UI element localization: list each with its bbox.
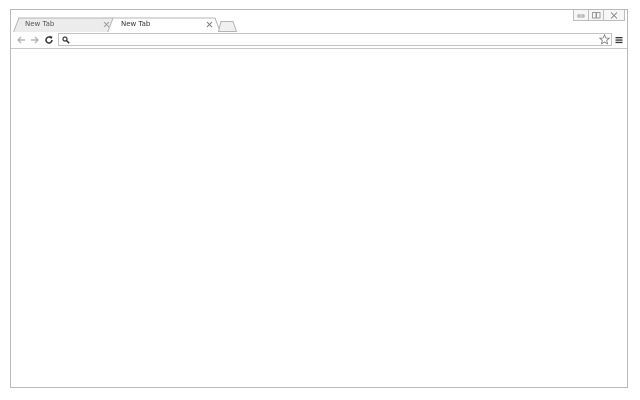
new-tab-icon[interactable]: [218, 21, 238, 32]
tab-strip: New Tab New Tab: [11, 10, 627, 34]
address-input[interactable]: [73, 34, 593, 45]
close-icon[interactable]: [603, 10, 625, 21]
forward-arrow-icon[interactable]: [30, 35, 40, 45]
star-icon[interactable]: [599, 34, 610, 45]
close-icon[interactable]: [206, 21, 213, 28]
restore-icon[interactable]: [588, 10, 604, 21]
address-bar[interactable]: [58, 33, 612, 46]
reload-icon[interactable]: [44, 35, 54, 45]
page-content[interactable]: [11, 49, 627, 387]
search-icon: [62, 36, 70, 44]
back-arrow-icon[interactable]: [16, 35, 26, 45]
window-controls: [573, 10, 625, 22]
tab-title: New Tab: [25, 20, 55, 28]
menu-icon[interactable]: [614, 35, 624, 45]
toolbar: [11, 32, 627, 49]
tab-title: New Tab: [121, 20, 151, 28]
browser-window: New Tab New Tab: [10, 9, 628, 388]
minimize-icon[interactable]: [573, 10, 589, 21]
